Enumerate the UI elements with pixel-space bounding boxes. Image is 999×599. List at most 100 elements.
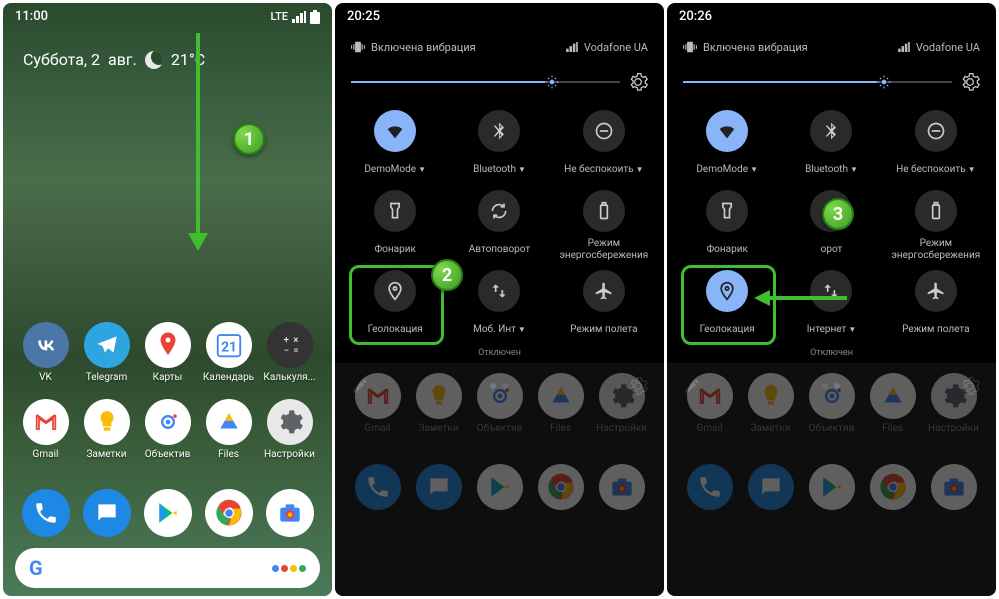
dock-phone[interactable] — [17, 489, 75, 541]
app-label: Настройки — [264, 449, 315, 460]
qs-label: Не беспокоить▼ — [896, 158, 975, 182]
status-bar: 11:00 LTE — [3, 3, 332, 30]
brightness-settings-icon[interactable] — [960, 72, 980, 92]
chrome-icon — [205, 489, 253, 537]
step-marker-2: 2 — [431, 259, 463, 291]
dimmed-app: Files — [864, 373, 922, 434]
dimmed-app: Заметки — [742, 373, 800, 434]
qs-tile-bluetooth[interactable]: Bluetooth▼ — [451, 110, 547, 182]
brightness-slider[interactable] — [351, 81, 620, 83]
app-lens[interactable]: Объектив — [139, 399, 197, 460]
brightness-settings-icon[interactable] — [628, 72, 648, 92]
dimmed-app: Gmail — [349, 373, 407, 434]
qs-label: Фонарик — [374, 238, 415, 262]
dimmed-app: Files — [532, 373, 590, 434]
brightness-thumb-icon — [545, 75, 559, 89]
brightness-slider[interactable] — [683, 81, 952, 83]
dock-chrome[interactable] — [200, 489, 258, 541]
dimmed-app: Заметки — [410, 373, 468, 434]
app-label: Заметки — [86, 449, 126, 460]
files-icon — [206, 399, 252, 445]
app-label: VK — [39, 372, 52, 383]
arrow-to-location — [752, 288, 852, 308]
qs-tile-flashlight[interactable]: Фонарик — [347, 190, 443, 262]
svg-text:×: × — [293, 335, 298, 346]
qs-label: DemoMode▼ — [364, 158, 426, 182]
vk-icon — [23, 322, 69, 368]
carrier-indicator: Vodafone UA — [898, 41, 980, 54]
carrier-label: Vodafone UA — [916, 41, 980, 54]
telegram-icon — [84, 322, 130, 368]
dnd-icon — [915, 110, 957, 152]
dimmed-home-bg: GmailЗаметкиОбъективFilesНастройки — [667, 363, 996, 596]
qs-label: Режим полета — [902, 318, 969, 342]
vibration-label: Включена вибрация — [703, 41, 808, 54]
swipe-down-arrow — [183, 33, 213, 253]
qs-label: Фонарик — [706, 238, 747, 262]
dock-camera[interactable] — [261, 489, 319, 541]
flashlight-icon — [374, 190, 416, 232]
highlight-location-off — [349, 265, 444, 345]
signal-icon — [898, 42, 910, 52]
chevron-down-icon: ▼ — [636, 165, 644, 175]
app-keep[interactable]: Заметки — [78, 399, 136, 460]
assistant-icon[interactable] — [272, 565, 306, 572]
status-right: LTE — [270, 10, 320, 24]
panel-qs-off: 20:25 Включена вибрация Vodafone UA Demo… — [335, 3, 664, 596]
dock-playstore[interactable] — [139, 489, 197, 541]
vibration-indicator[interactable]: Включена вибрация — [683, 40, 808, 54]
qs-tile-wifi[interactable]: DemoMode▼ — [679, 110, 775, 182]
qs-tile-dnd[interactable]: Не беспокоить▼ — [556, 110, 652, 182]
dimmed-dock — [681, 464, 739, 514]
qs-tile-battery[interactable]: Режим энергосбережения — [556, 190, 652, 262]
app-gmail[interactable]: Gmail — [17, 399, 75, 460]
dimmed-dock — [803, 464, 861, 514]
qs-tile-airplane[interactable]: Режим полета — [556, 270, 652, 358]
step-marker-1: 1 — [233, 123, 265, 155]
chevron-down-icon: ▼ — [750, 165, 758, 175]
app-calendar[interactable]: 21Календарь — [200, 322, 258, 383]
app-vk[interactable]: VK — [17, 322, 75, 383]
app-telegram[interactable]: Telegram — [78, 322, 136, 383]
qs-tile-bluetooth[interactable]: Bluetooth▼ — [783, 110, 879, 182]
google-logo: G — [29, 556, 43, 580]
dimmed-dock — [864, 464, 922, 514]
airplane-icon — [583, 270, 625, 312]
bluetooth-icon — [478, 110, 520, 152]
app-label: Карты — [153, 372, 183, 383]
chevron-down-icon: ▼ — [850, 165, 858, 175]
dimmed-dock — [742, 464, 800, 514]
dimmed-dock — [471, 464, 529, 514]
app-maps[interactable]: Карты — [139, 322, 197, 383]
app-settings[interactable]: Настройки — [261, 399, 319, 460]
google-search-bar[interactable]: G — [15, 548, 320, 588]
dimmed-app: Объектив — [803, 373, 861, 434]
weather-widget[interactable]: Суббота, 2 авг. 21°C — [3, 30, 332, 79]
app-label: Files — [218, 449, 239, 460]
vibration-indicator[interactable]: Включена вибрация — [351, 40, 476, 54]
chevron-down-icon: ▼ — [968, 165, 976, 175]
qs-tile-dnd[interactable]: Не беспокоить▼ — [888, 110, 984, 182]
qs-tile-data[interactable]: Моб. Инт▼Отключен — [451, 270, 547, 358]
qs-tile-battery[interactable]: Режим энергосбережения — [888, 190, 984, 262]
qs-tile-rotate[interactable]: Автоповорот — [451, 190, 547, 262]
brightness-thumb-icon — [877, 75, 891, 89]
qs-tile-wifi[interactable]: DemoMode▼ — [347, 110, 443, 182]
panel-home: 11:00 LTE Суббота, 2 авг. 21°C 1 VK Teleg… — [3, 3, 332, 596]
status-bar: 20:26 — [667, 3, 996, 30]
app-label: Telegram — [86, 372, 128, 383]
qs-tile-data[interactable]: Інтернет▼Отключен — [783, 270, 879, 358]
dock-messages[interactable] — [78, 489, 136, 541]
app-calculator[interactable]: +×−=Калькуля... — [261, 322, 319, 383]
qs-tile-airplane[interactable]: Режим полета — [888, 270, 984, 358]
dimmed-dock — [925, 464, 983, 514]
weather-month: авг. — [108, 50, 137, 69]
vibrate-icon — [683, 40, 697, 54]
qs-tile-flashlight[interactable]: Фонарик — [679, 190, 775, 262]
qs-label: Bluetooth▼ — [805, 158, 858, 182]
rotate-icon — [478, 190, 520, 232]
svg-text:−: − — [283, 346, 289, 357]
app-files[interactable]: Files — [200, 399, 258, 460]
calculator-icon: +×−= — [267, 322, 313, 368]
keep-icon — [84, 399, 130, 445]
